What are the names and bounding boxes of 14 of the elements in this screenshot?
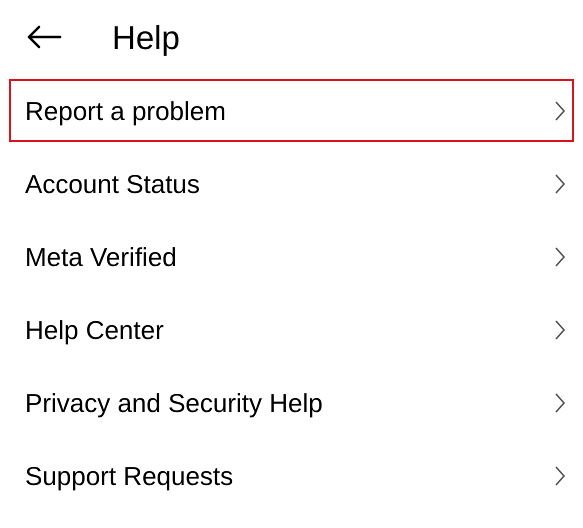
chevron-right-icon <box>554 174 566 194</box>
menu-item[interactable]: Help Center <box>9 298 574 361</box>
page-title: Help <box>112 20 180 54</box>
menu-item[interactable]: Account Status <box>9 152 574 215</box>
menu-item[interactable]: Support Requests <box>9 444 574 507</box>
back-icon[interactable] <box>26 25 62 49</box>
chevron-right-icon <box>554 246 566 266</box>
chevron-right-icon <box>554 100 566 120</box>
menu-item[interactable]: Report a problem <box>9 79 574 142</box>
chevron-right-icon <box>554 392 566 412</box>
chevron-right-icon <box>554 466 566 486</box>
menu-item[interactable]: Privacy and Security Help <box>9 371 574 434</box>
chevron-right-icon <box>554 320 566 340</box>
menu-item[interactable]: Meta Verified <box>9 225 574 288</box>
